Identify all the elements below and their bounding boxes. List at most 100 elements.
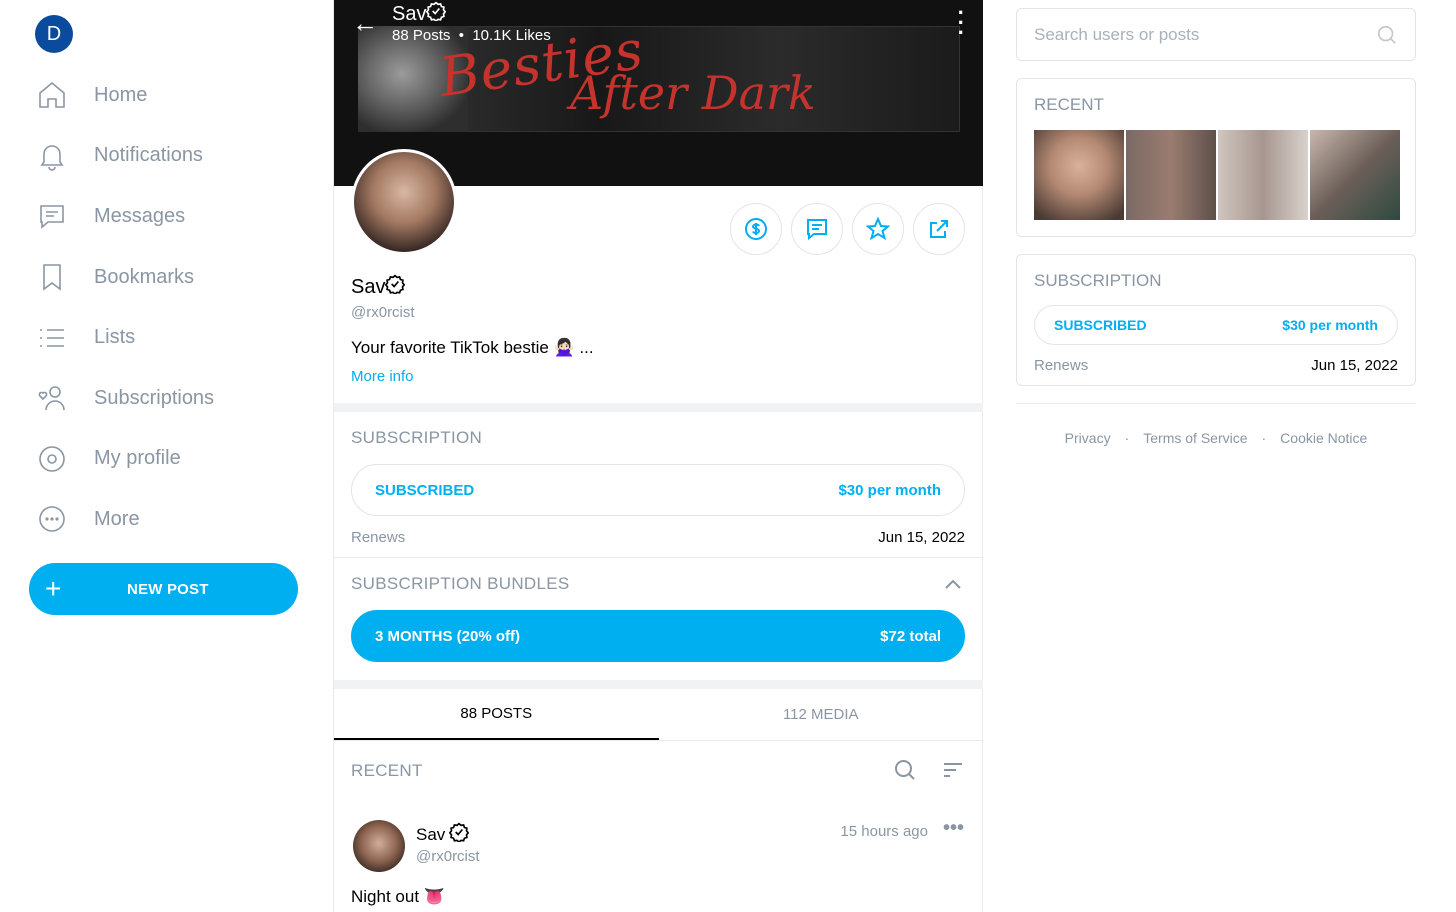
verified-icon [426,1,447,27]
thumbnail[interactable] [1034,130,1124,220]
subscribed-button[interactable]: SUBSCRIBED $30 per month [351,464,965,516]
profile-name: Sav [351,274,406,300]
nav-more[interactable]: More [36,489,214,550]
more-dots-icon[interactable]: ••• [943,817,964,840]
thumbnail[interactable] [1218,130,1308,220]
header-name-text: Sav [392,2,427,25]
likes-count: 10.1K Likes [472,27,551,44]
search-box [1016,8,1416,61]
nav-messages[interactable]: Messages [36,186,214,247]
subscription-card: SUBSCRIPTION SUBSCRIBED $30 per month Re… [1016,254,1416,386]
subscription-card-title: SUBSCRIPTION [1034,271,1162,290]
post-handle: @rx0rcist [416,848,480,865]
message-button[interactable] [791,203,843,255]
nav-label: More [94,507,140,530]
thumbnail[interactable] [1310,130,1400,220]
subscription-price: $30 per month [838,481,941,499]
profile-column: Besties After Dark ← Sav 88 Posts • 10.1… [333,0,983,912]
profile-handle: @rx0rcist [351,304,415,321]
app-root: D Home Notifications Messages Bookmarks … [0,0,1456,912]
renews-date: Jun 15, 2022 [1311,357,1398,374]
list-icon [40,328,64,347]
feed-tools [893,758,965,782]
search-icon[interactable] [1376,24,1398,46]
bundle-3-months-button[interactable]: 3 MONTHS (20% off) $72 total [351,610,965,662]
section-divider [334,680,983,689]
search-input[interactable] [1034,24,1354,45]
bookmark-icon [43,264,61,291]
subscriptions-icon [38,386,65,411]
stats-dot: • [454,27,469,44]
divider [1016,403,1416,404]
post-author-name: Sav [416,824,446,844]
kebab-menu-icon[interactable]: · · · [958,2,965,44]
recent-card-title: RECENT [1034,95,1104,114]
tab-posts[interactable]: 88 POSTS [334,689,659,740]
terms-link[interactable]: Terms of Service [1143,430,1247,446]
footer-links: Privacy · Terms of Service · Cookie Noti… [1016,430,1416,446]
tab-media[interactable]: 112 MEDIA [659,689,984,740]
back-arrow-icon[interactable]: ← [352,8,378,39]
profile-actions [730,203,965,255]
nav-lists[interactable]: Lists [36,307,214,368]
nav-notifications[interactable]: Notifications [36,126,214,187]
profile-tabs: 88 POSTS 112 MEDIA [334,689,983,741]
renews-row: Renews Jun 15, 2022 [1034,357,1398,374]
profile-avatar[interactable] [351,149,457,255]
nav-my-profile[interactable]: My profile [36,429,214,490]
star-icon [866,217,890,241]
nav-label: My profile [94,447,181,470]
profile-bio: Your favorite TikTok bestie 🙅🏻‍♀️ ... [351,338,594,357]
nav-label: Notifications [94,144,203,167]
privacy-link[interactable]: Privacy [1065,430,1111,446]
nav-bookmarks[interactable]: Bookmarks [36,247,214,308]
bundles-title: SUBSCRIPTION BUNDLES [351,574,570,593]
more-icon [39,506,65,533]
recent-card: RECENT [1016,78,1416,237]
subscription-status: SUBSCRIBED [375,481,475,499]
header-stats: 88 Posts • 10.1K Likes [392,27,551,44]
post-avatar[interactable] [353,820,405,872]
cookie-notice-link[interactable]: Cookie Notice [1280,430,1367,446]
new-post-label: NEW POST [127,580,209,598]
nav-label: Home [94,83,148,106]
post-time: 15 hours ago [840,823,928,840]
profile-topbar: ← Sav 88 Posts • 10.1K Likes · · · [334,0,983,45]
recent-thumbnails [1034,130,1400,220]
search-icon[interactable] [893,758,917,782]
post-author[interactable]: Sav [416,822,470,847]
cover-title-line-2: After Dark [570,66,816,120]
subscribed-button[interactable]: SUBSCRIBED $30 per month [1034,305,1398,345]
message-icon [40,205,64,230]
renews-date: Jun 15, 2022 [878,529,965,546]
share-icon [930,220,948,238]
sidebar: D Home Notifications Messages Bookmarks … [0,0,334,912]
more-info-link[interactable]: More info [351,368,414,385]
tip-button[interactable] [730,203,782,255]
posts-count: 88 Posts [392,27,451,44]
new-post-button[interactable]: + NEW POST [29,563,298,615]
thumbnail[interactable] [1126,130,1216,220]
divider [334,557,983,558]
nav-subscriptions[interactable]: Subscriptions [36,368,214,429]
sort-icon[interactable] [941,758,965,782]
subscription-status: SUBSCRIBED [1054,317,1147,333]
subscription-price: $30 per month [1282,317,1378,333]
recent-title: RECENT [351,761,423,780]
renews-label: Renews [1034,357,1089,374]
nav-label: Bookmarks [94,265,195,288]
profile-icon [39,446,65,472]
section-divider [334,403,983,412]
nav-label: Messages [94,204,186,227]
nav-home[interactable]: Home [36,65,214,126]
dollar-icon [745,218,767,240]
favorite-button[interactable] [852,203,904,255]
chevron-up-icon[interactable] [943,574,963,599]
share-button[interactable] [913,203,965,255]
home-icon [39,82,65,109]
nav-label: Subscriptions [94,386,215,409]
verified-icon [385,274,406,300]
bell-icon [40,145,64,171]
user-avatar[interactable]: D [35,15,73,53]
footer-dot: · [1124,430,1130,446]
